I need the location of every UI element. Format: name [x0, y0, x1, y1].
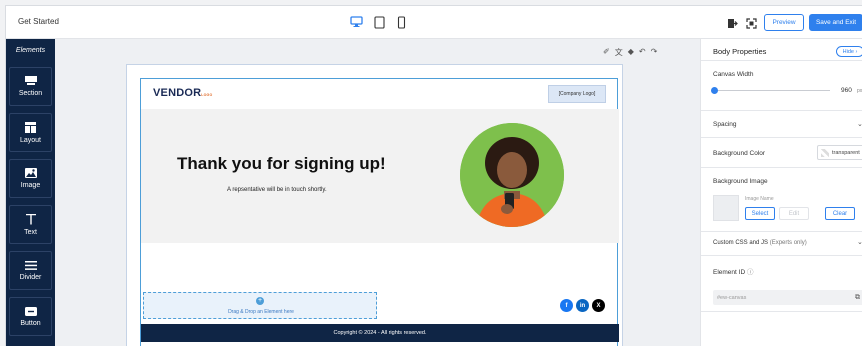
undo-icon[interactable]: ↶: [639, 47, 646, 58]
chevron-down-icon: ⌄: [857, 238, 862, 246]
spacing-row[interactable]: Spacing ⌄: [701, 111, 862, 138]
chevron-right-icon: ›: [855, 48, 858, 55]
background-color-picker[interactable]: transparent: [817, 145, 862, 160]
panel-header: Body Properties Hide ›: [701, 39, 862, 61]
canvas-width-label: Canvas Width: [713, 71, 754, 78]
edit-toolbar: ✐ 文 ◆ ↶ ↷: [603, 47, 657, 58]
canvas-width-row: Canvas Width 960 px: [701, 61, 862, 111]
sidebar-item-label: Button: [20, 319, 41, 327]
top-bar: Get Started Preview Save and Exit: [6, 6, 862, 39]
element-id-text: Element ID: [713, 269, 746, 276]
x-twitter-icon[interactable]: X: [592, 299, 605, 312]
linkedin-icon[interactable]: in: [576, 299, 589, 312]
sidebar-item-label: Text: [24, 228, 37, 236]
page-title: Get Started: [18, 17, 59, 26]
copy-icon[interactable]: ⧉: [855, 294, 860, 302]
width-slider-track[interactable]: [713, 90, 830, 91]
clear-image-button[interactable]: Clear: [825, 207, 855, 220]
layout-icon: [25, 121, 36, 133]
text-icon: [25, 213, 36, 225]
sidebar-item-label: Section: [18, 90, 43, 97]
email-body[interactable]: VENDORLOGO [Company Logo] Thank you for …: [140, 78, 619, 346]
sidebar-item-layout[interactable]: Layout: [9, 113, 52, 152]
info-icon: ⓘ: [746, 269, 754, 276]
elements-sidebar: Elements Section Layout Image Text Divid…: [6, 39, 55, 346]
tablet-view-icon[interactable]: [370, 14, 388, 30]
custom-css-label: Custom CSS and JS (Experts only): [713, 240, 807, 246]
hero-headline[interactable]: Thank you for signing up!: [177, 154, 386, 174]
background-image-row: Background Image Image Name Select Edit …: [701, 168, 862, 232]
drop-zone-text: Drag & Drop an Element here: [228, 309, 294, 315]
preview-button[interactable]: Preview: [764, 14, 804, 31]
desktop-view-icon[interactable]: [347, 14, 365, 30]
image-thumbnail: [713, 195, 739, 221]
translate-icon[interactable]: 文: [615, 47, 623, 58]
custom-css-text: Custom CSS and JS: [713, 240, 769, 246]
canvas-area: ✐ 文 ◆ ↶ ↷ VENDORLOGO [Company Logo] Than…: [55, 39, 700, 346]
logo-text: VENDOR: [153, 87, 202, 99]
background-color-row: Background Color transparent: [701, 138, 862, 168]
facebook-icon[interactable]: f: [560, 299, 573, 312]
app-window: Get Started Preview Save and Exit Elemen…: [5, 5, 862, 346]
width-slider-handle[interactable]: [711, 87, 718, 94]
hide-panel-button[interactable]: Hide ›: [836, 46, 862, 57]
hero-subtext[interactable]: A repsentative will be in touch shortly.: [227, 187, 327, 193]
color-swatch-icon: [821, 148, 829, 157]
canvas-width-value[interactable]: 960: [841, 87, 852, 94]
canvas-width-unit: px: [857, 88, 862, 94]
hide-label: Hide: [842, 48, 854, 55]
background-color-label: Background Color: [713, 150, 766, 157]
select-image-button[interactable]: Select: [745, 207, 775, 220]
social-icons: f in X: [560, 299, 605, 312]
edit-image-button[interactable]: Edit: [779, 207, 809, 220]
sidebar-item-button[interactable]: Button: [9, 297, 52, 336]
email-canvas[interactable]: VENDORLOGO [Company Logo] Thank you for …: [126, 64, 623, 346]
sidebar-item-text[interactable]: Text: [9, 205, 52, 244]
sidebar-item-divider[interactable]: Divider: [9, 251, 52, 290]
add-icon[interactable]: +: [256, 297, 264, 305]
sidebar-item-label: Image: [20, 182, 41, 189]
drop-zone[interactable]: + Drag & Drop an Element here: [143, 292, 377, 319]
logo-suffix: LOGO: [201, 93, 213, 97]
panel-title: Body Properties: [713, 47, 767, 56]
vendor-logo[interactable]: VENDORLOGO: [153, 87, 212, 99]
properties-panel: Body Properties Hide › Canvas Width 960 …: [700, 39, 862, 346]
element-id-label: Element ID ⓘ: [713, 266, 753, 276]
custom-css-note: (Experts only): [769, 240, 807, 246]
spacing-label: Spacing: [713, 121, 737, 128]
image-icon: [24, 168, 37, 178]
element-id-input[interactable]: #ew-canvas: [713, 290, 862, 305]
save-and-exit-button[interactable]: Save and Exit: [809, 14, 862, 31]
hero-section[interactable]: Thank you for signing up! A repsentative…: [141, 109, 619, 243]
background-color-value: transparent: [832, 149, 860, 156]
hero-photo[interactable]: [460, 123, 564, 227]
background-image-label: Background Image: [713, 178, 768, 185]
element-id-row: Element ID ⓘ #ew-canvas ⧉: [701, 256, 862, 312]
company-logo-placeholder[interactable]: [Company Logo]: [548, 85, 606, 103]
sidebar-item-label: Divider: [19, 273, 42, 281]
chevron-down-icon: ⌄: [857, 120, 862, 128]
magic-wand-icon[interactable]: ✐: [603, 47, 610, 58]
sidebar-item-label: Layout: [19, 136, 42, 144]
button-icon: [24, 306, 37, 316]
sidebar-item-image[interactable]: Image: [9, 159, 52, 198]
image-name-label: Image Name: [745, 196, 774, 202]
mobile-view-icon[interactable]: [392, 14, 410, 30]
section-icon: [24, 76, 37, 86]
redo-icon[interactable]: ↷: [651, 47, 658, 58]
custom-css-row[interactable]: Custom CSS and JS (Experts only) ⌄: [701, 232, 862, 256]
export-icon[interactable]: [727, 16, 739, 28]
sidebar-item-section[interactable]: Section: [9, 67, 52, 106]
email-footer[interactable]: Copyright © 2024 - All rights reserved.: [141, 324, 619, 342]
sidebar-title: Elements: [15, 47, 46, 54]
divider-icon: [24, 260, 37, 270]
eraser-icon[interactable]: ◆: [628, 47, 634, 58]
fullscreen-icon[interactable]: [746, 16, 758, 29]
